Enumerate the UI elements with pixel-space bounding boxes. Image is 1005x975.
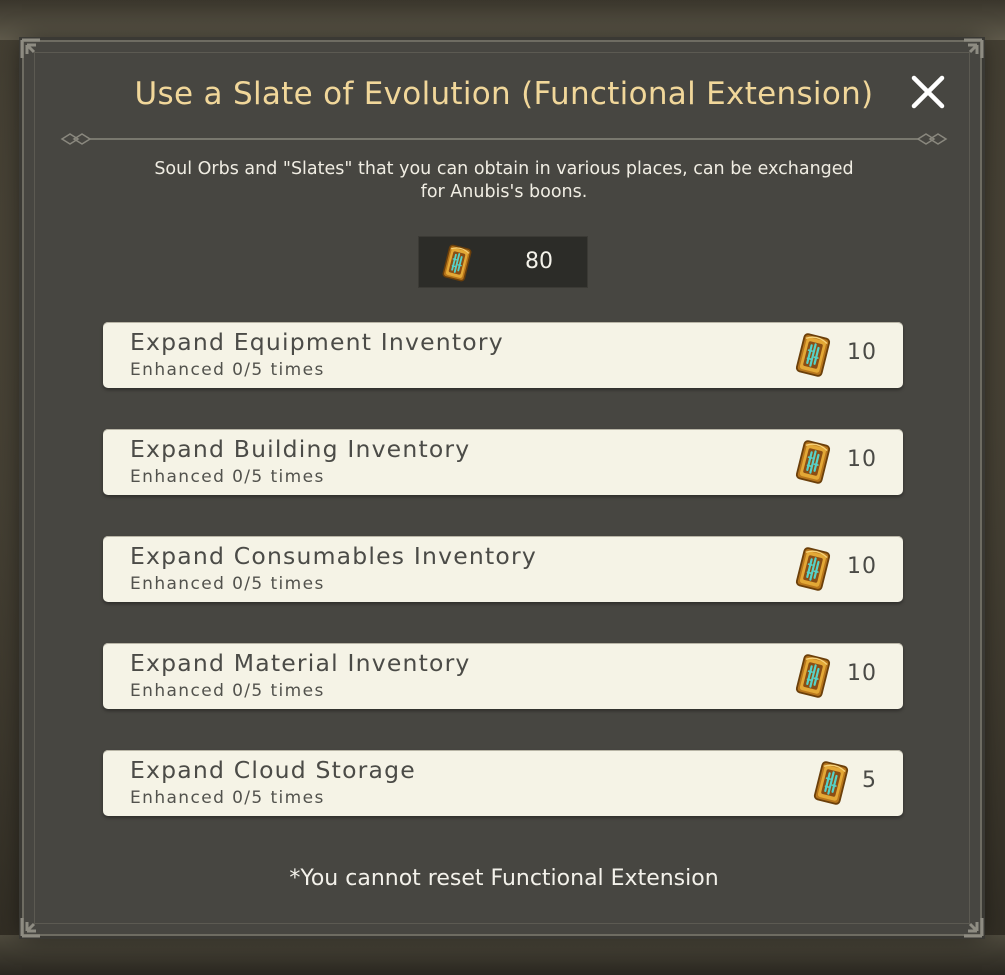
item-title: Expand Building Inventory — [130, 435, 471, 463]
slate-dialog: Use a Slate of Evolution (Functional Ext… — [20, 38, 984, 938]
slate-balance: 80 — [418, 236, 588, 288]
slate-of-evolution-icon — [793, 438, 833, 490]
item-title: Expand Consumables Inventory — [130, 542, 537, 570]
slate-of-evolution-icon — [793, 545, 833, 597]
item-progress: Enhanced 0/5 times — [130, 467, 325, 487]
slate-of-evolution-icon — [793, 652, 833, 704]
item-cost: 10 — [847, 554, 877, 579]
backdrop-bottom-band — [0, 935, 1005, 975]
dialog-description: Soul Orbs and "Slates" that you can obta… — [84, 158, 924, 204]
item-progress: Enhanced 0/5 times — [130, 788, 325, 808]
corner-ornament-icon — [948, 902, 984, 938]
dialog-title: Use a Slate of Evolution (Functional Ext… — [134, 76, 874, 112]
description-line: Soul Orbs and "Slates" that you can obta… — [154, 159, 854, 179]
expand-equipment-inventory-button[interactable]: Expand Equipment Inventory Enhanced 0/5 … — [103, 322, 903, 388]
item-cost: 10 — [847, 447, 877, 472]
item-progress: Enhanced 0/5 times — [130, 681, 325, 701]
corner-ornament-icon — [20, 38, 56, 74]
close-button[interactable] — [906, 70, 950, 114]
item-title: Expand Material Inventory — [130, 649, 471, 677]
item-cost: 10 — [847, 340, 877, 365]
balance-value: 80 — [525, 249, 553, 274]
corner-ornament-icon — [948, 38, 984, 74]
title-divider — [60, 132, 948, 146]
expand-cloud-storage-button[interactable]: Expand Cloud Storage Enhanced 0/5 times … — [103, 750, 903, 816]
description-line: for Anubis's boons. — [420, 182, 588, 202]
expand-building-inventory-button[interactable]: Expand Building Inventory Enhanced 0/5 t… — [103, 429, 903, 495]
expand-consumables-inventory-button[interactable]: Expand Consumables Inventory Enhanced 0/… — [103, 536, 903, 602]
slate-of-evolution-icon — [793, 331, 833, 383]
item-cost: 5 — [862, 768, 877, 793]
footnote: *You cannot reset Functional Extension — [289, 866, 719, 891]
item-cost: 10 — [847, 661, 877, 686]
item-title: Expand Equipment Inventory — [130, 328, 504, 356]
slate-of-evolution-icon — [437, 243, 477, 283]
item-title: Expand Cloud Storage — [130, 756, 416, 784]
slate-of-evolution-icon — [811, 759, 851, 811]
item-progress: Enhanced 0/5 times — [130, 360, 325, 380]
item-progress: Enhanced 0/5 times — [130, 574, 325, 594]
corner-ornament-icon — [20, 902, 56, 938]
expand-material-inventory-button[interactable]: Expand Material Inventory Enhanced 0/5 t… — [103, 643, 903, 709]
backdrop-top-band — [0, 0, 1005, 40]
close-icon — [911, 75, 945, 109]
